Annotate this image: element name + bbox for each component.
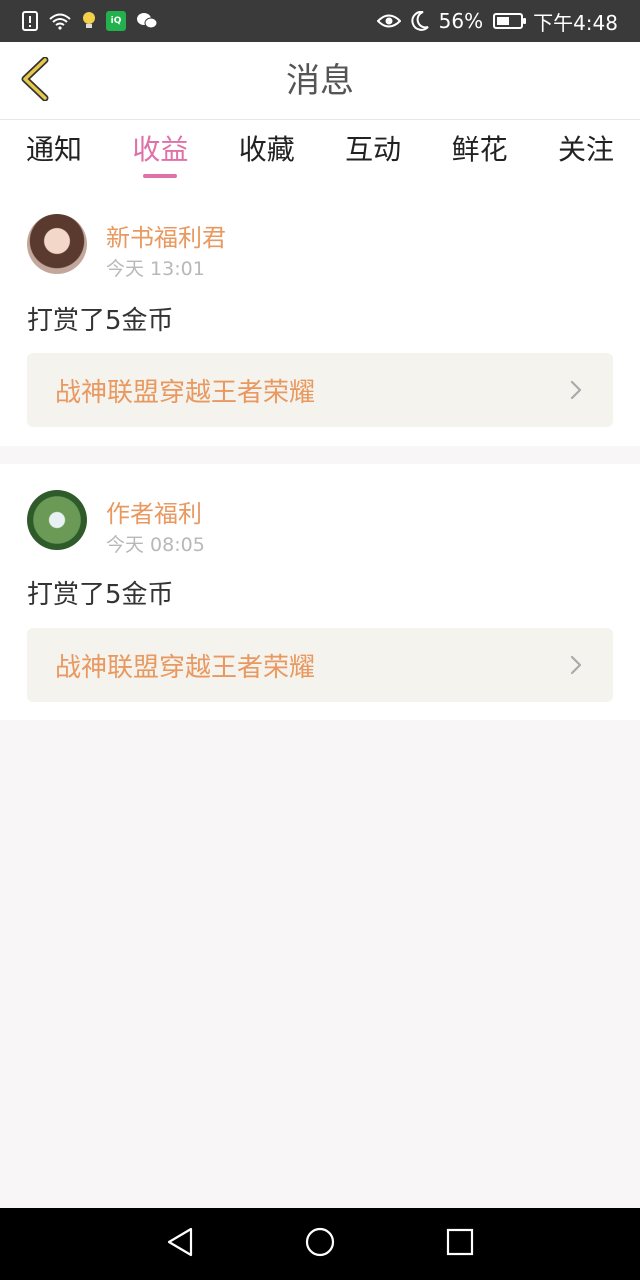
avatar[interactable] [27,490,87,550]
nav-recents-button[interactable] [442,1226,478,1262]
message-time: 今天 08:05 [106,534,205,556]
header: 消息 [0,42,640,120]
tab-bar: 通知 收益 收藏 互动 鲜花 关注 [0,120,640,184]
book-title: 战神联盟穿越王者荣耀 [55,652,316,683]
moon-icon [411,11,429,31]
chevron-right-icon [569,653,585,677]
eye-icon [376,13,401,29]
iqiyi-icon: iQ [106,11,126,31]
wifi-icon [48,12,72,30]
sender-name[interactable]: 新书福利君 [106,218,226,253]
book-link[interactable]: 战神联盟穿越王者荣耀 [27,628,613,702]
chevron-right-icon [569,378,585,402]
triangle-back-icon [165,1226,195,1262]
page-title: 消息 [286,61,354,101]
message-text: 打赏了5金币 [27,306,174,336]
nav-home-button[interactable] [302,1226,338,1262]
status-bar: iQ 56% 下午4:48 [0,0,640,42]
lightbulb-icon [82,11,96,31]
tab-earnings[interactable]: 收益 [132,120,188,184]
battery-icon [493,13,527,29]
tab-favorites[interactable]: 收藏 [239,120,295,184]
message-text: 打赏了5金币 [27,580,174,610]
book-link[interactable]: 战神联盟穿越王者荣耀 [27,353,613,427]
avatar[interactable] [27,214,87,274]
message-time: 今天 13:01 [106,258,205,280]
message-card: 作者福利 今天 08:05 打赏了5金币 战神联盟穿越王者荣耀 [0,464,640,720]
tab-following[interactable]: 关注 [558,120,614,184]
battery-percent: 56% [438,9,484,33]
circle-home-icon [304,1226,336,1262]
status-icons-right: 56% 下午4:48 [376,7,618,36]
tab-interactions[interactable]: 互动 [345,120,401,184]
tab-notifications[interactable]: 通知 [26,120,82,184]
status-icons-left: iQ [22,11,158,31]
nav-back-button[interactable] [162,1226,198,1262]
sim-alert-icon [22,11,38,31]
square-recents-icon [445,1227,475,1261]
tab-flowers[interactable]: 鲜花 [452,120,508,184]
navigation-bar [0,1208,640,1280]
sender-name[interactable]: 作者福利 [106,494,202,529]
wechat-icon [136,12,158,30]
book-title: 战神联盟穿越王者荣耀 [55,377,316,408]
message-card: 新书福利君 今天 13:01 打赏了5金币 战神联盟穿越王者荣耀 [0,184,640,446]
clock: 下午4:48 [533,10,618,35]
